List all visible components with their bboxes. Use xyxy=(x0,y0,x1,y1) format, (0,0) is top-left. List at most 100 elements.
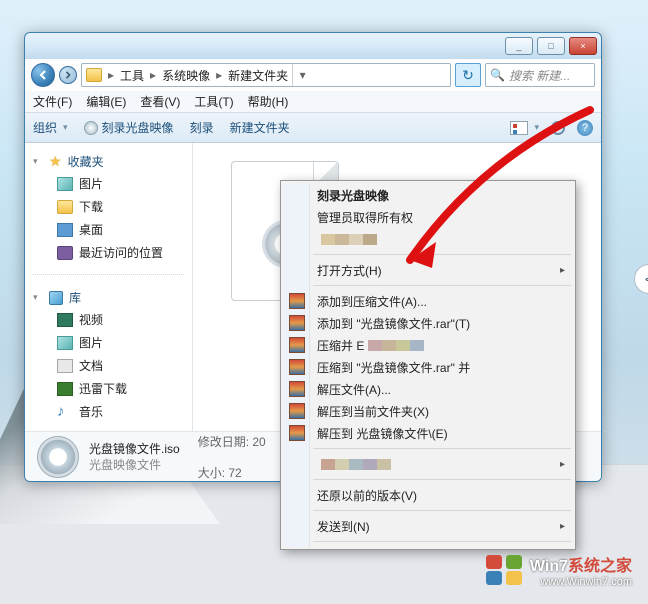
ctx-rar-add[interactable]: 添加到压缩文件(A)... xyxy=(283,290,573,312)
ctx-rar-extract-here[interactable]: 解压到当前文件夹(X) xyxy=(283,400,573,422)
ctx-sep xyxy=(313,448,571,449)
desktop-icon xyxy=(57,223,73,237)
breadcrumb-item[interactable]: 工具 xyxy=(120,67,144,84)
censor-blocks xyxy=(321,459,391,470)
sidebar-group-libraries[interactable]: ▾ 库 xyxy=(25,285,192,308)
ctx-censored[interactable] xyxy=(283,228,573,250)
censor-blocks xyxy=(321,234,377,245)
toolbar-burn[interactable]: 刻录 xyxy=(190,119,214,136)
panel-icon xyxy=(551,121,565,135)
ctx-open-with[interactable]: 打开方式(H) ▸ xyxy=(283,259,573,281)
ctx-sep xyxy=(313,541,571,542)
ctx-sep xyxy=(313,254,571,255)
toolbar-new-folder[interactable]: 新建文件夹 xyxy=(230,119,290,136)
sidebar-item-pictures[interactable]: 图片 xyxy=(25,172,192,195)
title-bar: _ □ × xyxy=(25,33,601,59)
ctx-label: 打开方式(H) xyxy=(317,262,382,279)
rar-icon xyxy=(289,337,305,353)
address-bar[interactable]: ▸ 工具 ▸ 系统映像 ▸ 新建文件夹 ▾ xyxy=(81,63,451,87)
forward-button[interactable] xyxy=(59,66,77,84)
toolbar-preview-pane[interactable] xyxy=(551,121,565,135)
side-collapse-button[interactable]: < xyxy=(634,264,648,294)
breadcrumb-item[interactable]: 新建文件夹 xyxy=(228,67,288,84)
sidebar-item-label: 图片 xyxy=(79,175,103,192)
censor-blocks xyxy=(368,340,424,351)
status-size-label: 大小: xyxy=(198,466,225,480)
menu-view[interactable]: 查看(V) xyxy=(140,93,180,110)
sidebar-separator xyxy=(33,274,184,275)
toolbar-burn-image[interactable]: 刻录光盘映像 xyxy=(84,119,174,136)
close-button[interactable]: × xyxy=(569,37,597,55)
toolbar-organize[interactable]: 组织 ▾ xyxy=(33,119,68,136)
ctx-label: 解压到 光盘镜像文件\(E) xyxy=(317,425,448,442)
ctx-censored-2[interactable]: ▸ xyxy=(283,453,573,475)
ctx-restore[interactable]: 还原以前的版本(V) xyxy=(283,484,573,506)
documents-icon xyxy=(57,359,73,373)
music-icon: ♪ xyxy=(57,405,73,419)
ctx-label: 解压到当前文件夹(X) xyxy=(317,403,429,420)
search-input[interactable]: 🔍 搜索 新建... xyxy=(485,63,595,87)
ctx-rar-extract[interactable]: 解压文件(A)... xyxy=(283,378,573,400)
menu-bar: 文件(F) 编辑(E) 查看(V) 工具(T) 帮助(H) xyxy=(25,91,601,113)
ctx-label: 解压文件(A)... xyxy=(317,381,391,398)
sidebar-item-xunlei[interactable]: 迅雷下载 xyxy=(25,377,192,400)
sidebar-item-music[interactable]: ♪ 音乐 xyxy=(25,400,192,423)
sidebar-item-pictures2[interactable]: 图片 xyxy=(25,331,192,354)
ctx-rar-compress-name[interactable]: 压缩到 "光盘镜像文件.rar" 并 xyxy=(283,356,573,378)
windows-flag-icon xyxy=(486,555,522,585)
menu-file[interactable]: 文件(F) xyxy=(33,93,72,110)
sidebar-item-videos[interactable]: 视频 xyxy=(25,308,192,331)
sidebar-item-desktop[interactable]: 桌面 xyxy=(25,218,192,241)
toolbar-view[interactable]: ▾ xyxy=(510,121,539,135)
chevron-down-icon: ▾ xyxy=(534,122,539,133)
sidebar: ▾ ★ 收藏夹 图片 下载 桌面 最近访问的位置 ▾ 库 视频 图片 文档 迅雷… xyxy=(25,143,193,431)
watermark-line2: www.Winwin7.com xyxy=(530,576,632,588)
sidebar-item-label: 文档 xyxy=(79,357,103,374)
search-placeholder: 搜索 新建... xyxy=(509,67,570,84)
ctx-sep xyxy=(313,285,571,286)
ctx-rar-extract-to[interactable]: 解压到 光盘镜像文件\(E) xyxy=(283,422,573,444)
ctx-send-to[interactable]: 发送到(N) ▸ xyxy=(283,515,573,537)
ctx-label: 压缩并 E xyxy=(317,337,364,354)
minimize-button[interactable]: _ xyxy=(505,37,533,55)
downloads-icon xyxy=(57,200,73,214)
watermark-line1b: 系统之家 xyxy=(568,558,632,575)
sidebar-group-label: 收藏夹 xyxy=(68,153,104,170)
menu-tools[interactable]: 工具(T) xyxy=(194,93,233,110)
sidebar-item-label: 下载 xyxy=(79,198,103,215)
ctx-burn-image[interactable]: 刻录光盘映像 xyxy=(283,184,573,206)
rar-icon xyxy=(289,425,305,441)
menu-help[interactable]: 帮助(H) xyxy=(248,93,289,110)
maximize-button[interactable]: □ xyxy=(537,37,565,55)
library-icon xyxy=(49,291,63,305)
status-date-value: 20 xyxy=(252,435,265,449)
status-file-info: 光盘镜像文件.iso 光盘映像文件 xyxy=(89,441,180,473)
sidebar-item-documents[interactable]: 文档 xyxy=(25,354,192,377)
disclosure-icon: ▾ xyxy=(33,156,43,167)
sidebar-item-label: 桌面 xyxy=(79,221,103,238)
sidebar-group-favorites[interactable]: ▾ ★ 收藏夹 xyxy=(25,149,192,172)
status-size-value: 72 xyxy=(228,466,241,480)
submenu-arrow-icon: ▸ xyxy=(560,459,565,470)
breadcrumb-item[interactable]: 系统映像 xyxy=(162,67,210,84)
ctx-label: 添加到 "光盘镜像文件.rar"(T) xyxy=(317,315,470,332)
ctx-sep xyxy=(313,510,571,511)
address-dropdown[interactable]: ▾ xyxy=(292,64,312,86)
chevron-down-icon: ▾ xyxy=(63,122,68,133)
status-meta: 修改日期: 20 大小: 72 xyxy=(198,433,266,481)
context-menu: 刻录光盘映像 管理员取得所有权 打开方式(H) ▸ 添加到压缩文件(A)... … xyxy=(280,180,576,550)
toolbar-label: 组织 xyxy=(33,119,57,136)
help-button[interactable]: ? xyxy=(577,120,593,136)
pictures-icon xyxy=(57,177,73,191)
sidebar-item-downloads[interactable]: 下载 xyxy=(25,195,192,218)
watermark: Win7系统之家 www.Winwin7.com xyxy=(486,552,632,588)
sidebar-item-recent[interactable]: 最近访问的位置 xyxy=(25,241,192,264)
ctx-rar-add-name[interactable]: 添加到 "光盘镜像文件.rar"(T) xyxy=(283,312,573,334)
back-button[interactable] xyxy=(31,63,55,87)
menu-edit[interactable]: 编辑(E) xyxy=(86,93,126,110)
ctx-rar-compress-e[interactable]: 压缩并 E xyxy=(283,334,573,356)
watermark-line1a: Win7 xyxy=(530,558,568,575)
refresh-button[interactable]: ↻ xyxy=(455,63,481,87)
sidebar-item-label: 音乐 xyxy=(79,403,103,420)
ctx-admin-own[interactable]: 管理员取得所有权 xyxy=(283,206,573,228)
